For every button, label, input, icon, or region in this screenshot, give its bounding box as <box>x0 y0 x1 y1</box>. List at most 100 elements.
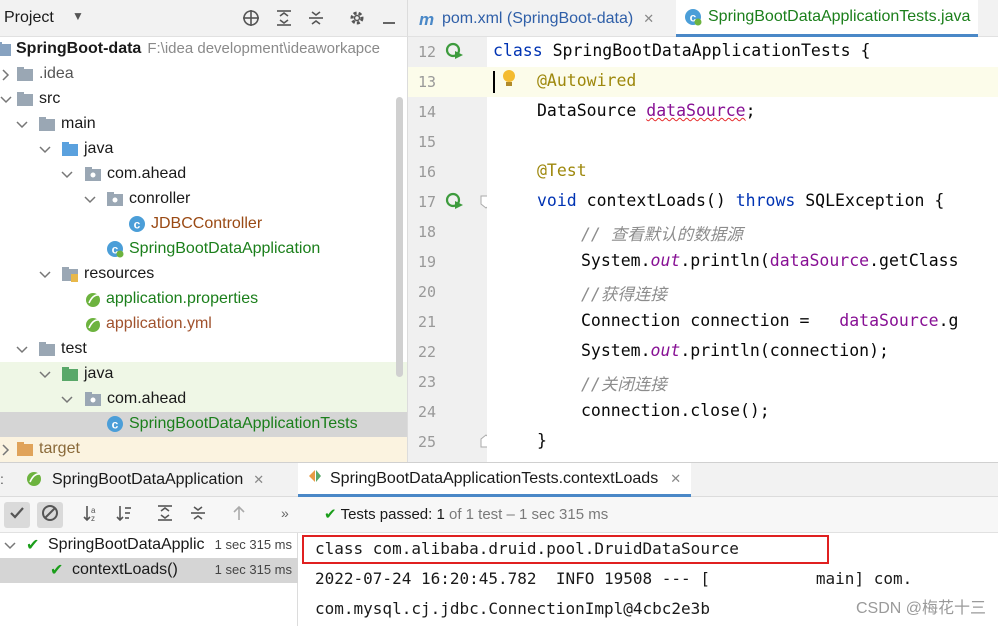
panel-label-stub: : <box>0 471 4 487</box>
tree-item-idea[interactable]: .idea <box>0 62 407 87</box>
code-token: out <box>650 251 681 270</box>
tree-item-label: src <box>39 90 61 107</box>
crosshair-icon[interactable] <box>240 7 262 29</box>
tree-item-label: SpringBoot-data <box>16 40 142 57</box>
chevron-down-icon[interactable] <box>61 168 73 180</box>
test-result-row[interactable]: ✔ contextLoads() 1 sec 315 ms <box>0 558 298 583</box>
test-run-icon <box>308 468 322 489</box>
collapse-all-icon[interactable] <box>305 7 327 29</box>
chevron-down-icon[interactable] <box>84 193 96 205</box>
code-token: throws <box>735 191 796 210</box>
line-number: 24 <box>417 403 436 421</box>
gear-icon[interactable] <box>346 7 368 29</box>
tree-item-label: SpringBootDataApplication <box>129 240 321 257</box>
status-detail: of 1 test – 1 sec 315 ms <box>444 506 609 523</box>
previous-failed-button[interactable] <box>226 502 252 528</box>
tree-item-resources[interactable]: resources <box>0 262 407 287</box>
collapse-all-button[interactable] <box>185 502 211 528</box>
stop-icon <box>41 504 59 526</box>
console-output[interactable]: class com.alibaba.druid.pool.DruidDataSo… <box>300 533 998 626</box>
chevron-down-icon[interactable]: ▼ <box>72 9 84 23</box>
more-chevron-icon[interactable]: » <box>281 505 289 521</box>
code-token: class <box>493 41 543 60</box>
chevron-down-icon[interactable] <box>16 343 28 355</box>
code-editor[interactable]: class SpringBootDataApplicationTests { @… <box>487 37 998 462</box>
show-passed-button[interactable] <box>4 502 30 528</box>
chevron-right-icon[interactable] <box>0 68 12 81</box>
test-status: ✔ Tests passed: 1 of 1 test – 1 sec 315 m… <box>324 505 608 523</box>
run-test-icon[interactable] <box>444 41 464 65</box>
expand-all-button[interactable] <box>152 502 178 528</box>
check-icon: ✔ <box>50 562 64 579</box>
tree-item-application-yml[interactable]: application.yml <box>0 312 407 337</box>
test-result-row[interactable]: ✔ SpringBootDataApplic 1 sec 315 ms <box>0 533 298 558</box>
folder-icon <box>38 115 56 133</box>
code-token: System. <box>581 341 651 360</box>
run-tab-contextloads[interactable]: SpringBootDataApplicationTests.contextLo… <box>298 463 692 497</box>
tree-item-springbootdataapplicationtests[interactable]: c SpringBootDataApplicationTests <box>0 412 407 437</box>
tree-item-com-ahead[interactable]: com.ahead <box>0 162 407 187</box>
tree-item-target[interactable]: target <box>0 437 407 462</box>
tree-item-application-properties[interactable]: application.properties <box>0 287 407 312</box>
code-token: dataSource <box>646 101 746 120</box>
code-token: connection.close(); <box>581 401 770 420</box>
tree-item-label: java <box>84 365 114 382</box>
tree-item-java[interactable]: java <box>0 137 407 162</box>
sort-alpha-icon: az <box>82 504 100 526</box>
close-icon[interactable]: ✕ <box>253 472 264 488</box>
hide-panel-icon[interactable] <box>378 7 400 29</box>
chevron-down-icon[interactable] <box>16 118 28 130</box>
expand-all-icon[interactable] <box>273 7 295 29</box>
chevron-down-icon[interactable] <box>39 368 51 380</box>
watermark: CSDN @梅花十三 <box>855 600 986 617</box>
excluded-folder-icon <box>16 440 34 458</box>
tree-item-label: target <box>39 440 80 457</box>
line-number: 21 <box>417 313 436 331</box>
run-tab-label: SpringBootDataApplication <box>52 471 244 488</box>
chevron-down-icon[interactable] <box>39 143 51 155</box>
code-token: @Test <box>537 161 587 180</box>
code-token: SQLException { <box>795 191 945 210</box>
module-folder-icon <box>0 40 12 58</box>
tree-scrollbar[interactable] <box>396 97 403 377</box>
code-token: .g <box>938 311 959 330</box>
tree-item-src[interactable]: src <box>0 87 407 112</box>
run-test-icon[interactable] <box>444 191 464 215</box>
resources-folder-icon <box>61 265 79 283</box>
tree-item-test-com-ahead[interactable]: com.ahead <box>0 387 407 412</box>
close-icon[interactable]: ✕ <box>670 471 681 487</box>
tab-pom-xml[interactable]: m pom.xml (SpringBoot-data) ✕ <box>418 0 654 37</box>
code-token: .getClass <box>869 251 959 270</box>
chevron-down-icon[interactable] <box>39 268 51 280</box>
code-token: @Autowired <box>537 71 637 90</box>
tab-springbootdataapplicationtests[interactable]: c SpringBootDataApplicationTests.java <box>676 0 979 37</box>
code-comment: //关闭连接 <box>581 375 667 394</box>
chevron-down-icon[interactable] <box>4 539 16 557</box>
run-tab-springbootdataapplication[interactable]: SpringBootDataApplication ✕ <box>26 463 264 497</box>
package-icon <box>106 190 124 208</box>
tree-item-springbootdataapplication[interactable]: c SpringBootDataApplication <box>0 237 407 262</box>
close-icon[interactable]: ✕ <box>643 11 654 27</box>
line-number: 13 <box>417 73 436 91</box>
tree-item-test[interactable]: test <box>0 337 407 362</box>
run-tab-bar: : SpringBootDataApplication ✕ SpringBoot… <box>0 462 998 497</box>
sort-duration-button[interactable] <box>111 502 137 528</box>
tree-item-test-java[interactable]: java <box>0 362 407 387</box>
code-comment: // 查看默认的数据源 <box>581 225 743 244</box>
tree-item-label: application.yml <box>106 315 212 332</box>
line-number: 20 <box>417 283 436 301</box>
tree-item-jdbccontroller[interactable]: c JDBCController <box>0 212 407 237</box>
console-line: 2022-07-24 16:20:45.782 INFO 19508 --- [… <box>315 569 913 588</box>
lightbulb-icon[interactable] <box>501 69 517 93</box>
show-ignored-button[interactable] <box>37 502 63 528</box>
tree-item-springboot-data[interactable]: SpringBoot-data F:\idea development\ideaw… <box>0 37 407 62</box>
test-folder-icon <box>61 365 79 383</box>
chevron-down-icon[interactable] <box>61 393 73 405</box>
code-token: .println( <box>680 251 770 270</box>
project-panel-title[interactable]: Project <box>4 9 54 27</box>
chevron-right-icon[interactable] <box>0 443 12 456</box>
tree-item-conroller[interactable]: conroller <box>0 187 407 212</box>
chevron-down-icon[interactable] <box>0 93 12 105</box>
tree-item-main[interactable]: main <box>0 112 407 137</box>
sort-alpha-button[interactable]: az <box>78 502 104 528</box>
